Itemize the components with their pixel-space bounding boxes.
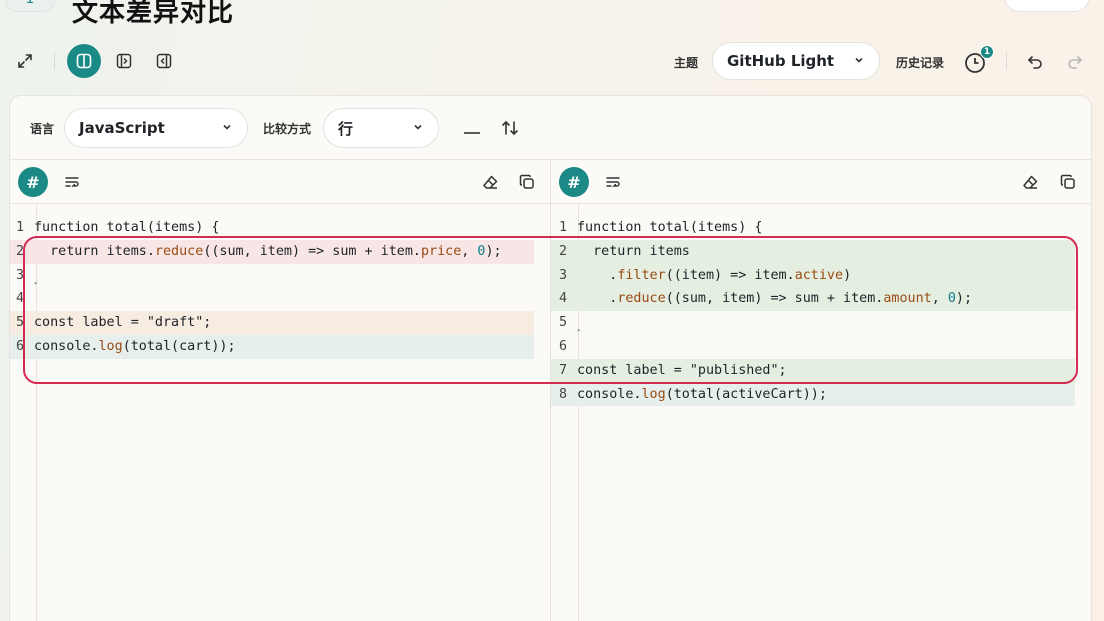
history-badge: 1: [980, 45, 994, 59]
code-text: const label = "draft";: [34, 315, 212, 331]
eraser-icon[interactable]: [478, 170, 502, 194]
line-number: 7: [559, 362, 568, 378]
swap-icon[interactable]: [498, 116, 522, 140]
code-text: function total(items) {: [577, 220, 763, 235]
compare-mode-value: 行: [338, 119, 354, 138]
redo-icon[interactable]: [1058, 44, 1092, 78]
line-number: 5: [16, 315, 25, 331]
line-number: 3: [559, 267, 568, 283]
page-title: 文本差异对比: [72, 0, 235, 28]
code-line-changed: 5 const label = "draft";: [10, 311, 534, 335]
chevron-down-icon: [853, 54, 865, 69]
original-code[interactable]: 1 function total(items) { 2 return items.…: [10, 216, 550, 359]
code-text: return items.reduce((sum, item) => sum +…: [34, 243, 502, 259]
right-panel-icon[interactable]: [147, 44, 181, 78]
code-line: 4: [10, 287, 550, 311]
diff-card: 语言 JavaScript 比较方式 行 # 1 function total(…: [9, 95, 1092, 621]
code-line-added: 2 return items: [551, 239, 1075, 264]
code-line-changed: 6 console.log(total(cart));: [10, 334, 534, 359]
line-number: 6: [16, 338, 25, 354]
app-icon-label: 1: [26, 0, 35, 7]
theme-select[interactable]: GitHub Light: [712, 42, 880, 80]
toolbar-divider: [54, 52, 55, 70]
copy-icon[interactable]: [1056, 170, 1080, 194]
code-line-added: 7 const label = "published";: [551, 358, 1075, 383]
modified-pane[interactable]: # 1 function total(items) { 2 return item…: [551, 160, 1091, 621]
line-number: 2: [16, 243, 25, 259]
code-line: 3 ▸: [10, 264, 550, 288]
line-numbers-toggle[interactable]: #: [559, 167, 589, 197]
compare-mode-label: 比较方式: [263, 122, 312, 136]
modified-code[interactable]: 1 function total(items) { 2 return items …: [551, 216, 1091, 407]
history-label: 历史记录: [896, 56, 945, 70]
code-line: 1 function total(items) {: [10, 216, 550, 240]
code-text: .filter((item) => item.active): [577, 267, 852, 283]
line-number: 1: [16, 220, 25, 235]
line-number: 3: [16, 267, 25, 283]
line-number: 2: [559, 243, 568, 259]
diff-panes: # 1 function total(items) { 2 return item…: [10, 160, 1091, 621]
compare-mode-select[interactable]: 行: [323, 108, 439, 148]
code-line: 6: [551, 335, 1091, 359]
left-panel-icon[interactable]: [107, 44, 141, 78]
chevron-down-icon: [221, 121, 233, 136]
split-view-icon[interactable]: [67, 44, 101, 78]
theme-label: 主题: [674, 56, 699, 70]
main-toolbar: 主题 GitHub Light 历史记录 1: [0, 40, 1104, 84]
line-number: 1: [559, 220, 568, 235]
wrap-icon[interactable]: [60, 170, 84, 194]
theme-value: GitHub Light: [727, 52, 835, 70]
top-right-button[interactable]: [1004, 0, 1090, 12]
undo-icon[interactable]: [1018, 44, 1052, 78]
chevron-down-icon: [412, 121, 424, 136]
code-text: return items: [577, 243, 690, 259]
code-line-removed: 2 return items.reduce((sum, item) => sum…: [10, 239, 534, 264]
eraser-icon[interactable]: [1018, 170, 1042, 194]
line-numbers-toggle[interactable]: #: [18, 167, 48, 197]
original-pane[interactable]: # 1 function total(items) { 2 return item…: [10, 160, 551, 621]
original-pane-toolbar: #: [10, 160, 550, 204]
code-text: function total(items) {: [34, 220, 220, 235]
code-text: console.log(total(cart));: [34, 338, 236, 354]
copy-icon[interactable]: [515, 170, 539, 194]
line-number: 5: [559, 315, 568, 331]
code-line: 1 function total(items) {: [551, 216, 1091, 240]
app-icon: 1: [5, 0, 55, 12]
whitespace-icon[interactable]: [460, 116, 484, 140]
code-text: .reduce((sum, item) => sum + item.amount…: [577, 291, 973, 307]
toolbar-divider: [1006, 52, 1007, 70]
line-number: 4: [559, 291, 568, 307]
line-number: 4: [16, 291, 25, 307]
expand-icon[interactable]: [8, 44, 42, 78]
modified-pane-toolbar: #: [551, 160, 1091, 204]
language-select[interactable]: JavaScript: [64, 108, 248, 148]
code-line-added: 4 .reduce((sum, item) => sum + item.amou…: [551, 287, 1075, 312]
code-text: const label = "published";: [577, 362, 787, 378]
language-value: JavaScript: [79, 119, 165, 137]
code-line-added: 3 .filter((item) => item.active): [551, 263, 1075, 288]
code-text: console.log(total(activeCart));: [577, 386, 827, 402]
history-button[interactable]: 1: [960, 45, 994, 78]
wrap-icon[interactable]: [601, 170, 625, 194]
language-label: 语言: [30, 122, 55, 136]
diff-controls: 语言 JavaScript 比较方式 行: [10, 96, 1091, 160]
line-number: 6: [559, 338, 568, 354]
code-line: 5 ▸: [551, 311, 1091, 335]
code-line-changed: 8 console.log(total(activeCart));: [551, 382, 1075, 407]
line-number: 8: [559, 386, 568, 402]
